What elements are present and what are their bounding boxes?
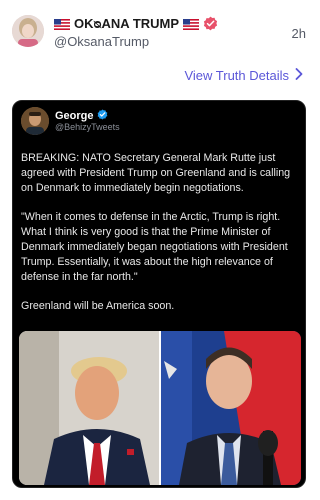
post-timestamp: 2h xyxy=(291,26,306,41)
us-flag-icon xyxy=(183,18,200,30)
view-truth-details-label: View Truth Details xyxy=(184,68,289,83)
quoted-post-card[interactable]: George @BehizyTweets BREAKING: NATO Secr… xyxy=(12,100,306,488)
post-header: OKᴓANA TRUMP @OksanaTrump 2h xyxy=(0,0,319,60)
verified-badge-icon xyxy=(203,16,218,31)
quoted-paragraph: BREAKING: NATO Secretary General Mark Ru… xyxy=(21,152,291,194)
quoted-paragraph: "When it comes to defense in the Arctic,… xyxy=(21,211,288,283)
quoted-author-handle: @BehizyTweets xyxy=(55,122,120,132)
quoted-author-row[interactable]: George xyxy=(55,109,108,123)
verified-badge-icon xyxy=(97,109,108,123)
quoted-post-text: BREAKING: NATO Secretary General Mark Ru… xyxy=(21,151,301,328)
display-name: OKᴓANA TRUMP xyxy=(74,15,180,31)
truth-post: OKᴓANA TRUMP @OksanaTrump 2h View Truth … xyxy=(0,0,319,500)
us-flag-icon xyxy=(54,18,70,30)
avatar[interactable] xyxy=(12,15,44,47)
quoted-author-name: George xyxy=(55,110,94,122)
display-name-row[interactable]: OKᴓANA TRUMP xyxy=(54,14,218,32)
quoted-avatar[interactable] xyxy=(21,107,49,135)
view-truth-details-link[interactable]: View Truth Details xyxy=(184,68,303,83)
quoted-post-image[interactable] xyxy=(19,331,301,485)
quoted-paragraph: Greenland will be America soon. xyxy=(21,300,175,312)
chevron-right-icon xyxy=(295,68,303,83)
user-handle[interactable]: @OksanaTrump xyxy=(54,34,149,49)
